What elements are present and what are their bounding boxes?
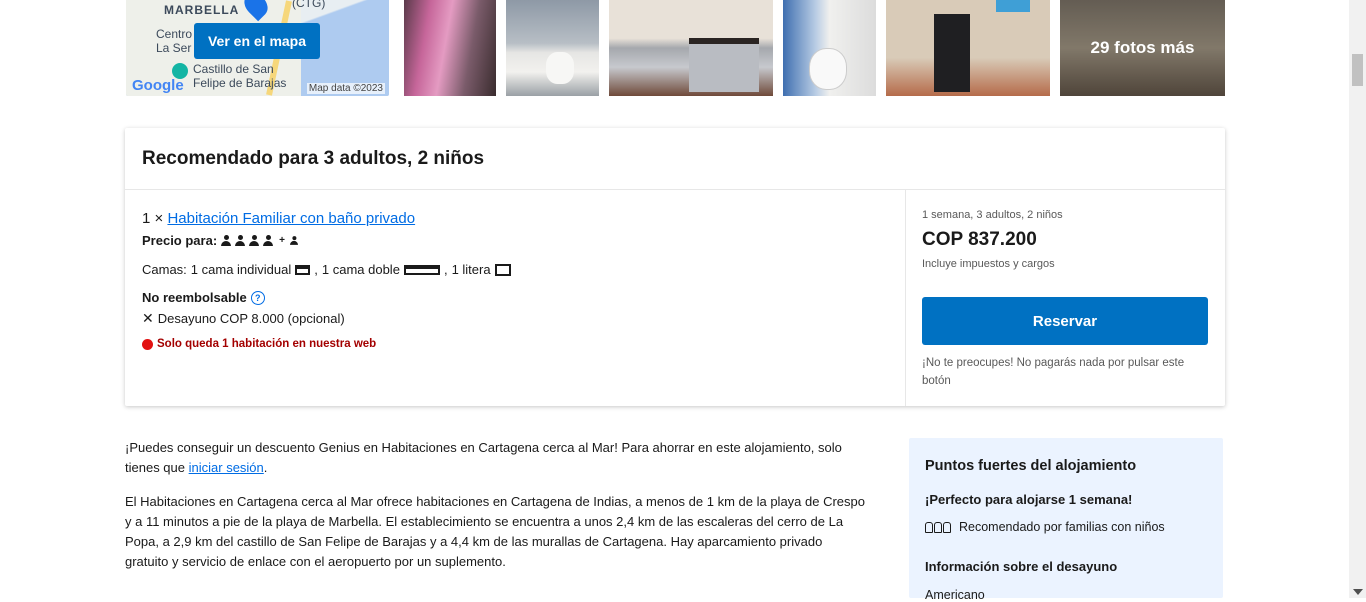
photo-thumbnail[interactable] [886, 0, 1050, 96]
breakfast-option: ✕ Desayuno COP 8.000 (opcional) [142, 310, 345, 327]
breakfast-info-title: Información sobre el desayuno [925, 559, 1118, 574]
stay-highlight: ¡Perfecto para alojarse 1 semana! [925, 492, 1133, 507]
single-bed-icon [295, 264, 311, 275]
photo-detail [934, 14, 970, 92]
family-text: Recomendado por familias con niños [959, 520, 1165, 534]
double-bed-icon [403, 264, 440, 275]
more-photos-label[interactable]: 29 fotos más [1060, 0, 1225, 96]
genius-paragraph: ¡Puedes conseguir un descuento Genius en… [125, 438, 865, 478]
plus-icon: + [279, 235, 285, 246]
photo-thumbnail[interactable] [506, 0, 599, 96]
child-icon [290, 236, 298, 245]
page-scrollbar[interactable] [1349, 0, 1366, 598]
highlights-title: Puntos fuertes del alojamiento [925, 458, 1137, 474]
beds-label: Camas: [142, 262, 187, 277]
photo-thumbnail[interactable] [404, 0, 496, 96]
photo-detail [996, 0, 1030, 12]
divider [125, 189, 1225, 190]
bed-type: 1 cama individual [190, 262, 292, 277]
cutlery-icon: ✕ [142, 310, 154, 326]
recommendation-title: Recomendado para 3 adultos, 2 niños [142, 148, 485, 169]
photo-detail [546, 52, 574, 84]
property-description: El Habitaciones en Cartagena cerca al Ma… [125, 494, 865, 569]
photo-thumbnail[interactable] [783, 0, 876, 96]
family-highlight: Recomendado por familias con niños [925, 520, 1165, 534]
taxes-note: Incluye impuestos y cargos [922, 258, 1055, 270]
breakfast-type: Americano [925, 588, 985, 602]
alert-dot-icon [142, 338, 153, 350]
divider [905, 190, 906, 406]
room-line: 1 × Habitación Familiar con baño privado [142, 210, 415, 227]
room-quantity: 1 × [142, 210, 164, 227]
reserve-button[interactable]: Reservar [922, 297, 1208, 345]
non-refundable-label: No reembolsable [142, 290, 247, 305]
map-label: La Ser [156, 41, 192, 55]
map-attribution: Map data ©2023 [306, 83, 385, 94]
adult-icon [221, 235, 232, 246]
scroll-down-arrow-icon[interactable] [1353, 589, 1363, 595]
map-label: Castillo de San [193, 62, 274, 76]
map-label: (CTG) [292, 0, 326, 10]
genius-end: . [263, 460, 268, 475]
scrollbar-thumb[interactable] [1352, 54, 1363, 86]
photo-thumbnail[interactable]: 29 fotos más [1060, 0, 1225, 96]
bunk-bed-icon [494, 263, 511, 276]
total-price: COP 837.200 [922, 229, 1037, 250]
separator: , [443, 262, 448, 277]
bed-type: 1 cama doble [321, 262, 400, 277]
adult-icon [235, 235, 246, 246]
map-thumbnail[interactable]: MARBELLA (CTG) Centro La Ser Castillo de… [126, 0, 389, 96]
price-for-label: Precio para: [142, 233, 218, 248]
help-icon[interactable]: ? [250, 290, 265, 305]
separator: , [314, 262, 318, 277]
map-label: Felipe de Barajas [193, 76, 287, 90]
google-logo: Google [132, 77, 184, 94]
recommendation-card: Recomendado para 3 adultos, 2 niños 1 × … [125, 128, 1225, 406]
photo-detail [809, 48, 847, 90]
property-highlights: Puntos fuertes del alojamiento ¡Perfecto… [909, 438, 1223, 602]
bed-type: 1 litera [451, 262, 491, 277]
map-label: MARBELLA [164, 3, 240, 17]
cancellation-policy: No reembolsable ? [142, 290, 265, 305]
availability-alert: Solo queda 1 habitación en nuestra web [142, 338, 376, 350]
sign-in-link[interactable]: iniciar sesión [189, 460, 264, 475]
photo-detail [689, 38, 759, 92]
family-icon [925, 521, 951, 533]
map-label: Centro [156, 27, 193, 41]
adult-icon [249, 235, 260, 246]
breakfast-label: Desayuno COP 8.000 (opcional) [157, 311, 345, 326]
stay-summary: 1 semana, 3 adultos, 2 niños [922, 209, 1063, 221]
adult-icon [263, 235, 274, 246]
availability-text: Solo queda 1 habitación en nuestra web [157, 338, 377, 350]
occupancy: Precio para: + [142, 233, 299, 248]
beds-info: Camas: 1 cama individual , 1 cama doble … [142, 262, 511, 277]
photo-thumbnail[interactable] [609, 0, 773, 96]
view-map-button[interactable]: Ver en el mapa [194, 23, 320, 59]
reassurance-text: ¡No te preocupes! No pagarás nada por pu… [922, 357, 1185, 387]
room-name-link[interactable]: Habitación Familiar con baño privado [167, 210, 415, 227]
